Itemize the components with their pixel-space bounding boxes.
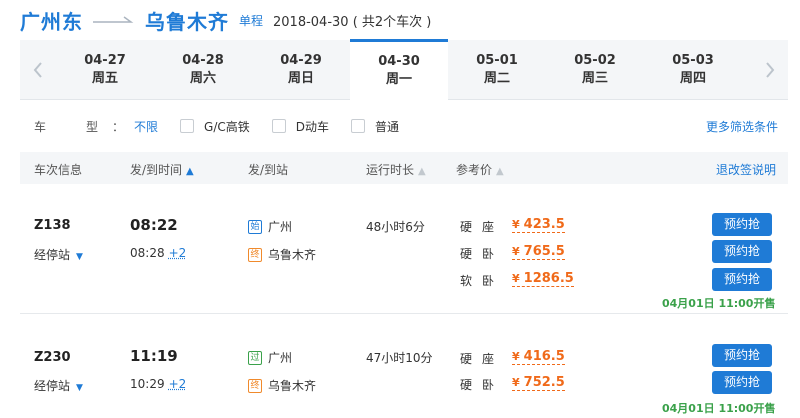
stops-toggle[interactable]: 经停站 ▼ xyxy=(34,246,83,263)
train-type-label: 车 型： xyxy=(34,119,139,134)
filter-bar: 车 型： 不限 G/C高铁 D动车 普通 更多筛选条件 xyxy=(20,108,788,144)
to-city[interactable]: 乌鲁木齐 xyxy=(145,6,229,35)
arr-time: 10:29 +2 xyxy=(130,377,187,391)
arr-time: 08:28 +2 xyxy=(130,246,187,260)
seat-price: ¥765.5 xyxy=(512,244,565,260)
sale-note: 04月01日 11:00开售 xyxy=(662,297,776,310)
duration: 47小时10分 xyxy=(366,351,433,365)
stops-toggle[interactable]: 经停站 ▼ xyxy=(34,377,83,394)
book-button[interactable]: 预约抢 xyxy=(712,268,772,291)
col-train-info: 车次信息 xyxy=(34,163,83,177)
date-bar: 04-27 周五 04-28 周六 04-29 周日 04-30 周一 05-01 周二 … xyxy=(20,39,788,100)
dep-time: 08:22 xyxy=(130,216,178,234)
book-button[interactable]: 预约抢 xyxy=(712,371,772,394)
date-tab[interactable]: 05-03 周四 xyxy=(644,40,742,100)
more-filters-link[interactable]: 更多筛选条件 xyxy=(706,118,778,135)
train-type-value[interactable]: 不限 xyxy=(134,118,158,135)
seat-type: 硬卧 xyxy=(460,247,505,261)
seat-type: 软卧 xyxy=(460,274,505,288)
dep-time: 11:19 xyxy=(130,347,178,365)
route-arrow-icon xyxy=(91,13,137,27)
sort-icon[interactable]: ▲ xyxy=(496,166,504,177)
pass-tag-icon: 过 xyxy=(248,350,262,365)
sort-icon[interactable]: ▲ xyxy=(418,166,426,177)
from-station: 过广州 xyxy=(248,349,292,366)
book-button[interactable]: 预约抢 xyxy=(712,213,772,236)
seat-price: ¥752.5 xyxy=(512,375,565,391)
checkbox-icon[interactable] xyxy=(351,119,366,133)
duration: 48小时6分 xyxy=(366,220,425,234)
sort-up-icon[interactable]: ▲ xyxy=(186,166,194,177)
filter-normal-checkbox[interactable]: 普通 xyxy=(351,118,399,135)
date-summary: 2018-04-30 ( 共2个车次 ) xyxy=(273,14,432,30)
seat-type: 硬座 xyxy=(460,352,505,366)
col-time[interactable]: 发/到时间 ▲ xyxy=(130,161,194,178)
route-header: 广州东 乌鲁木齐 单程 2018-04-30 ( 共2个车次 ) xyxy=(20,6,431,34)
chevron-left-icon[interactable] xyxy=(20,40,56,100)
book-button[interactable]: 预约抢 xyxy=(712,240,772,263)
trip-type: 单程 xyxy=(239,13,264,28)
refund-help-link[interactable]: 退改签说明 xyxy=(716,161,776,178)
chevron-right-icon[interactable] xyxy=(752,40,788,100)
col-station: 发/到站 xyxy=(248,163,289,177)
from-station: 始广州 xyxy=(248,218,292,235)
col-price[interactable]: 参考价 ▲ xyxy=(456,161,504,178)
date-tab[interactable]: 04-27 周五 xyxy=(56,40,154,100)
col-duration[interactable]: 运行时长 ▲ xyxy=(366,161,426,178)
train-code[interactable]: Z230 xyxy=(34,350,71,365)
train-code[interactable]: Z138 xyxy=(34,218,71,233)
seat-price: ¥416.5 xyxy=(512,349,565,365)
date-tab[interactable]: 04-29 周日 xyxy=(252,40,350,100)
book-button[interactable]: 预约抢 xyxy=(712,344,772,367)
checkbox-icon[interactable] xyxy=(180,119,195,133)
start-tag-icon: 始 xyxy=(248,219,262,234)
day-offset[interactable]: +2 xyxy=(169,377,187,391)
date-tab[interactable]: 04-28 周六 xyxy=(154,40,252,100)
train-row: Z230 经停站 ▼ 11:19 10:29 +2 过广州 终乌鲁木齐 47小时10… xyxy=(20,314,788,418)
to-station: 终乌鲁木齐 xyxy=(248,377,316,394)
filter-gc-checkbox[interactable]: G/C高铁 xyxy=(180,118,250,135)
date-tab-active[interactable]: 04-30 周一 xyxy=(350,39,448,100)
seat-price: ¥1286.5 xyxy=(512,271,574,287)
caret-down-icon: ▼ xyxy=(76,252,83,262)
from-city[interactable]: 广州东 xyxy=(20,6,83,35)
caret-down-icon: ▼ xyxy=(76,383,83,393)
table-header: 车次信息 发/到时间 ▲ 发/到站 运行时长 ▲ 参考价 ▲ 退改签说明 xyxy=(20,152,788,184)
train-row: Z138 经停站 ▼ 08:22 08:28 +2 始广州 终乌鲁木齐 48小时6分… xyxy=(20,184,788,314)
date-tab[interactable]: 05-02 周三 xyxy=(546,40,644,100)
seat-price: ¥423.5 xyxy=(512,217,565,233)
date-list: 04-27 周五 04-28 周六 04-29 周日 04-30 周一 05-01 周二 … xyxy=(56,39,742,100)
filter-d-checkbox[interactable]: D动车 xyxy=(271,118,329,135)
day-offset[interactable]: +2 xyxy=(169,246,187,260)
seat-type: 硬卧 xyxy=(460,378,505,392)
to-station: 终乌鲁木齐 xyxy=(248,246,316,263)
end-tag-icon: 终 xyxy=(248,247,262,262)
checkbox-icon[interactable] xyxy=(271,119,286,133)
seat-type: 硬座 xyxy=(460,220,505,234)
end-tag-icon: 终 xyxy=(248,378,262,393)
sale-note: 04月01日 11:00开售 xyxy=(662,402,776,415)
date-tab[interactable]: 05-01 周二 xyxy=(448,40,546,100)
